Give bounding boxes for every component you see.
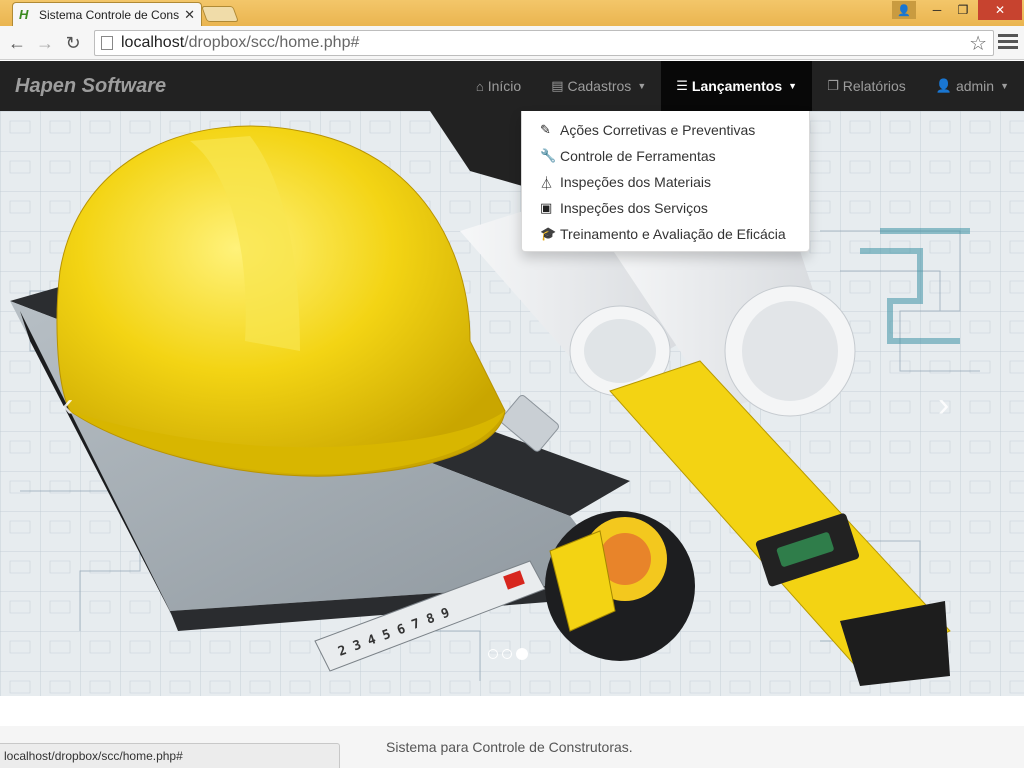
browser-menu-icon[interactable] xyxy=(998,34,1018,52)
nav-label: Cadastros xyxy=(567,78,632,94)
profile-icon[interactable]: 👤 xyxy=(892,1,916,19)
browser-tab[interactable]: H Sistema Controle de Cons ✕ xyxy=(12,2,202,26)
maximize-button[interactable]: ❐ xyxy=(950,0,976,20)
browser-titlebar: H Sistema Controle de Cons ✕ 👤 ─ ❐ ✕ xyxy=(0,0,1024,26)
hero-image: 2 3 4 5 6 7 8 9 xyxy=(0,111,1024,696)
footer-text: Sistema para Controle de Construtoras. xyxy=(386,739,633,755)
caret-down-icon: ▼ xyxy=(637,81,647,91)
menu-item-acoes-corretivas[interactable]: ✎ Ações Corretivas e Preventivas xyxy=(522,117,809,143)
back-arrow-icon[interactable]: ← xyxy=(6,32,28,54)
flask-icon: ⏃ xyxy=(540,175,554,191)
menu-item-controle-ferramentas[interactable]: 🔧 Controle de Ferramentas xyxy=(522,143,809,169)
tab-close-icon[interactable]: ✕ xyxy=(184,7,195,23)
url-host: localhost xyxy=(121,34,185,51)
home-icon: ⌂ xyxy=(475,78,484,94)
menu-item-label: Ações Corretivas e Preventivas xyxy=(560,122,756,138)
url-path: /dropbox/scc/home.php# xyxy=(184,34,360,51)
menu-item-label: Controle de Ferramentas xyxy=(560,148,716,164)
carousel-indicator[interactable] xyxy=(502,649,512,659)
briefcase-icon: ▣ xyxy=(540,200,553,215)
user-icon: 👤 xyxy=(935,78,952,93)
favicon-icon: H xyxy=(19,6,29,22)
close-window-button[interactable]: ✕ xyxy=(978,0,1022,20)
bookmark-star-icon[interactable]: ☆ xyxy=(969,31,987,56)
nav-cadastros[interactable]: ▤ Cadastros ▼ xyxy=(536,61,661,111)
address-bar[interactable]: localhost/dropbox/scc/home.php# ☆ xyxy=(94,30,994,56)
carousel-indicator[interactable] xyxy=(488,649,498,659)
menu-item-inspecoes-servicos[interactable]: ▣ Inspeções dos Serviços xyxy=(522,195,809,221)
navbar: Hapen Software ⌂ Início ▤ Cadastros ▼ ☰ … xyxy=(0,61,1024,111)
menu-item-inspecoes-materiais[interactable]: ⏃ Inspeções dos Materiais xyxy=(522,169,809,195)
menu-item-treinamento[interactable]: 🎓 Treinamento e Avaliação de Eficácia xyxy=(522,221,809,247)
nav-inicio[interactable]: ⌂ Início xyxy=(461,61,536,111)
nav-label: admin xyxy=(955,78,995,94)
forward-arrow-icon[interactable]: → xyxy=(34,32,56,54)
nav-relatorios[interactable]: ❐ Relatórios xyxy=(812,61,921,111)
edit-icon: ✎ xyxy=(540,122,551,137)
lancamentos-dropdown-menu: ✎ Ações Corretivas e Preventivas 🔧 Contr… xyxy=(521,111,810,252)
education-icon: 🎓 xyxy=(540,226,557,241)
nav-user-admin[interactable]: 👤 admin ▼ xyxy=(921,61,1024,111)
tab-title: Sistema Controle de Cons xyxy=(39,7,179,22)
nav-lancamentos[interactable]: ☰ Lançamentos ▼ xyxy=(661,61,813,111)
page-content: 2 3 4 5 6 7 8 9 ‹ › Hapen Software ⌂ Iní… xyxy=(0,61,1024,768)
carousel-indicators xyxy=(488,648,528,660)
new-tab-button[interactable] xyxy=(201,6,239,22)
carousel-next-icon[interactable]: › xyxy=(938,386,949,425)
carousel-indicator-active[interactable] xyxy=(516,648,528,660)
wrench-icon: 🔧 xyxy=(540,148,557,163)
menu-item-label: Treinamento e Avaliação de Eficácia xyxy=(560,226,786,242)
nav-label: Lançamentos xyxy=(691,78,783,94)
menu-item-label: Inspeções dos Materiais xyxy=(560,174,711,190)
nav-label: Relatórios xyxy=(842,78,906,94)
caret-down-icon: ▼ xyxy=(1000,81,1009,91)
carousel: 2 3 4 5 6 7 8 9 ‹ › xyxy=(0,111,1024,696)
nav-label: Início xyxy=(487,78,522,94)
reload-icon[interactable]: ↻ xyxy=(62,32,84,54)
carousel-prev-icon[interactable]: ‹ xyxy=(62,386,73,425)
browser-toolbar: ← → ↻ localhost/dropbox/scc/home.php# ☆ xyxy=(0,26,1024,60)
browser-status-bar: localhost/dropbox/scc/home.php# xyxy=(0,743,340,768)
menu-item-label: Inspeções dos Serviços xyxy=(560,200,708,216)
page-icon xyxy=(101,36,113,50)
th-list-icon: ☰ xyxy=(676,78,688,93)
url-text: localhost/dropbox/scc/home.php# xyxy=(121,34,359,52)
duplicate-icon: ❐ xyxy=(827,78,839,93)
list-alt-icon: ▤ xyxy=(551,78,564,93)
navbar-menu: ⌂ Início ▤ Cadastros ▼ ☰ Lançamentos ▼ ❐… xyxy=(461,61,1024,111)
navbar-brand[interactable]: Hapen Software xyxy=(15,75,166,98)
minimize-button[interactable]: ─ xyxy=(924,0,950,20)
caret-down-icon: ▼ xyxy=(788,81,798,91)
